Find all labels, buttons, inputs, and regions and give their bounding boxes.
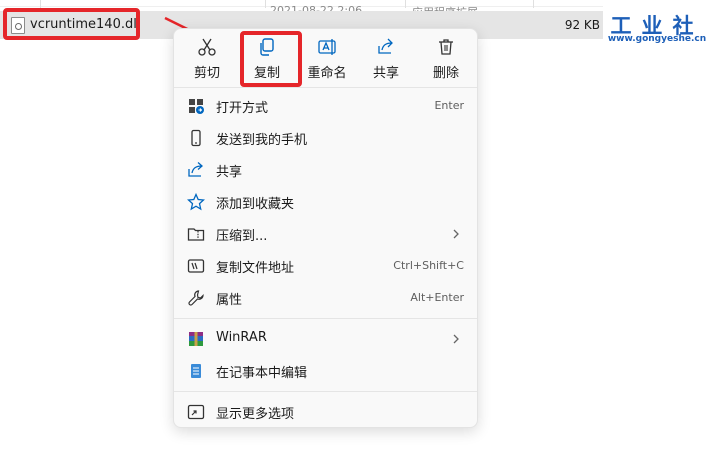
share-icon	[188, 162, 203, 177]
rename-icon	[318, 39, 336, 55]
chevron-right-icon	[453, 229, 459, 239]
zip-folder-icon	[187, 228, 205, 241]
winrar-icon	[189, 332, 203, 346]
menu-item-show-more-options[interactable]: 显示更多选项	[180, 397, 473, 427]
menu-item-share[interactable]: 共享	[180, 155, 473, 185]
rename-label: 重命名	[307, 66, 347, 81]
menu-item-label: 显示更多选项	[216, 407, 295, 422]
star-icon	[187, 193, 205, 211]
context-menu: 剪切 复制 重命名 共享 删除 打开方式 Enter 发送到我的手机 共享 添加…	[173, 28, 478, 428]
gongyeshe-logo: 工业社 www.gongyeshe.cn	[605, 10, 709, 46]
context-menu-top-actions: 剪切 复制 重命名 共享 删除	[174, 29, 479, 87]
menu-item-add-to-favorites[interactable]: 添加到收藏夹	[180, 187, 473, 217]
menu-item-winrar[interactable]: WinRAR	[180, 324, 473, 354]
copy-highlight-box	[240, 31, 302, 87]
copy-path-icon	[187, 259, 205, 273]
menu-item-label: 发送到我的手机	[216, 133, 308, 148]
menu-item-properties[interactable]: 属性 Alt+Enter	[180, 283, 473, 313]
chevron-right-icon	[453, 334, 459, 344]
menu-item-send-to-phone[interactable]: 发送到我的手机	[180, 123, 473, 153]
menu-item-edit-in-notepad[interactable]: 在记事本中编辑	[180, 356, 473, 386]
menu-item-label: 共享	[216, 165, 243, 180]
menu-separator	[174, 391, 477, 392]
rename-button[interactable]: 重命名	[298, 29, 356, 83]
menu-item-label: 添加到收藏夹	[216, 197, 295, 212]
menu-separator	[174, 87, 477, 88]
cut-label: 剪切	[193, 66, 220, 81]
logo-url: www.gongyeshe.cn	[607, 34, 707, 44]
cut-button[interactable]: 剪切	[178, 29, 236, 83]
menu-item-label: WinRAR	[216, 330, 267, 345]
menu-separator	[174, 318, 477, 319]
menu-item-shortcut: Ctrl+Shift+C	[393, 259, 464, 272]
share-icon	[378, 38, 393, 54]
scissors-icon	[198, 38, 216, 56]
menu-item-compress-to[interactable]: 压缩到...	[180, 219, 473, 249]
menu-item-open-with[interactable]: 打开方式 Enter	[180, 91, 473, 121]
delete-label: 删除	[432, 66, 459, 81]
menu-item-label: 属性	[216, 293, 243, 308]
menu-item-shortcut: Enter	[434, 99, 464, 112]
trash-icon	[439, 39, 453, 55]
notepad-icon	[191, 364, 201, 378]
delete-button[interactable]: 删除	[417, 29, 475, 83]
share-label: 共享	[372, 66, 399, 81]
menu-item-shortcut: Alt+Enter	[410, 291, 464, 304]
wrench-icon	[188, 290, 204, 306]
menu-item-label: 复制文件地址	[216, 261, 295, 276]
share-button[interactable]: 共享	[357, 29, 415, 83]
show-more-icon	[187, 404, 205, 420]
open-with-icon	[189, 99, 204, 114]
menu-item-label: 在记事本中编辑	[216, 366, 308, 381]
menu-item-copy-path[interactable]: 复制文件地址 Ctrl+Shift+C	[180, 251, 473, 281]
menu-item-label: 打开方式	[216, 101, 269, 116]
menu-item-label: 压缩到...	[216, 229, 268, 244]
phone-icon	[191, 129, 201, 147]
